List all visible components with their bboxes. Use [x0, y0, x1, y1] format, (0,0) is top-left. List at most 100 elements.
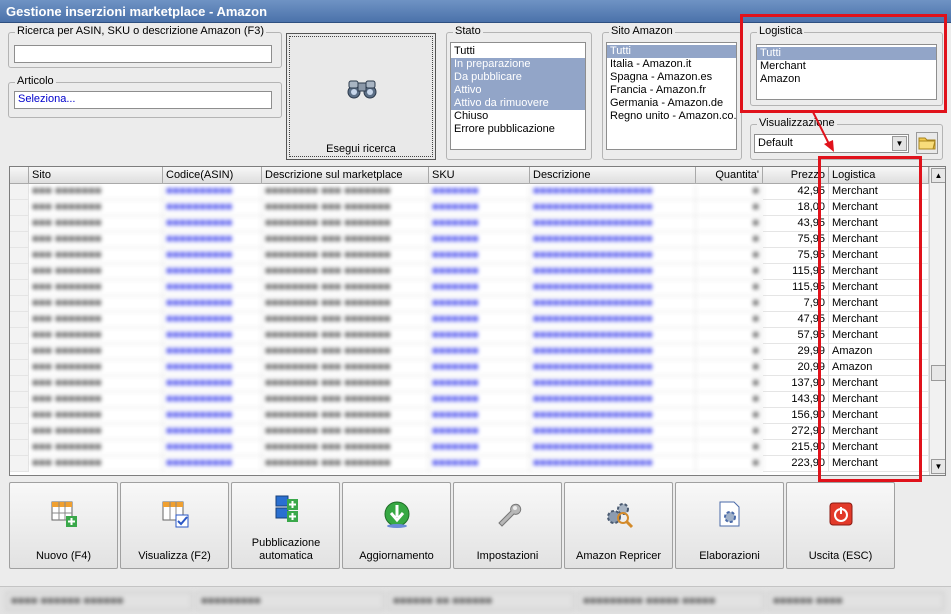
- cell-asin[interactable]: ■■■■■■■■■■: [163, 408, 262, 424]
- cell-sku[interactable]: ■■■■■■■: [429, 360, 530, 376]
- stato-item[interactable]: Da pubblicare: [451, 71, 585, 84]
- cell-sku[interactable]: ■■■■■■■: [429, 440, 530, 456]
- cell-sito[interactable]: ■■■ ■■■■■■■: [29, 312, 163, 328]
- cell-descrizione-marketplace[interactable]: ■■■■■■■■ ■■■ ■■■■■■■: [262, 456, 429, 472]
- pubblicazione-automatica-button[interactable]: Pubblicazione automatica: [231, 482, 340, 569]
- cell-quantita[interactable]: ■: [696, 312, 763, 328]
- cell-descrizione-marketplace[interactable]: ■■■■■■■■ ■■■ ■■■■■■■: [262, 392, 429, 408]
- cell-asin[interactable]: ■■■■■■■■■■: [163, 424, 262, 440]
- cell-descrizione-marketplace[interactable]: ■■■■■■■■ ■■■ ■■■■■■■: [262, 248, 429, 264]
- stato-item[interactable]: In preparazione: [451, 58, 585, 71]
- column-header-descrizione[interactable]: Descrizione: [530, 167, 696, 184]
- row-selector[interactable]: [10, 376, 29, 392]
- row-selector[interactable]: [10, 184, 29, 200]
- cell-asin[interactable]: ■■■■■■■■■■: [163, 232, 262, 248]
- cell-descrizione-marketplace[interactable]: ■■■■■■■■ ■■■ ■■■■■■■: [262, 328, 429, 344]
- cell-quantita[interactable]: ■: [696, 440, 763, 456]
- cell-descrizione[interactable]: ■■■■■■■■■■■■■■■■■■: [530, 424, 696, 440]
- stato-item[interactable]: Attivo da rimuovere: [451, 97, 585, 110]
- cell-sito[interactable]: ■■■ ■■■■■■■: [29, 392, 163, 408]
- cell-sku[interactable]: ■■■■■■■: [429, 216, 530, 232]
- cell-descrizione[interactable]: ■■■■■■■■■■■■■■■■■■: [530, 184, 696, 200]
- column-header-quantita[interactable]: Quantita': [696, 167, 763, 184]
- cell-sku[interactable]: ■■■■■■■: [429, 232, 530, 248]
- cell-descrizione[interactable]: ■■■■■■■■■■■■■■■■■■: [530, 376, 696, 392]
- cell-descrizione-marketplace[interactable]: ■■■■■■■■ ■■■ ■■■■■■■: [262, 184, 429, 200]
- cell-quantita[interactable]: ■: [696, 392, 763, 408]
- cell-descrizione-marketplace[interactable]: ■■■■■■■■ ■■■ ■■■■■■■: [262, 376, 429, 392]
- cell-sito[interactable]: ■■■ ■■■■■■■: [29, 296, 163, 312]
- stato-item[interactable]: Attivo: [451, 84, 585, 97]
- cell-sku[interactable]: ■■■■■■■: [429, 264, 530, 280]
- cell-sito[interactable]: ■■■ ■■■■■■■: [29, 344, 163, 360]
- row-selector[interactable]: [10, 312, 29, 328]
- cell-descrizione-marketplace[interactable]: ■■■■■■■■ ■■■ ■■■■■■■: [262, 280, 429, 296]
- scroll-thumb[interactable]: [931, 365, 945, 381]
- cell-sku[interactable]: ■■■■■■■: [429, 328, 530, 344]
- cell-sito[interactable]: ■■■ ■■■■■■■: [29, 280, 163, 296]
- scroll-up-icon[interactable]: ▲: [931, 168, 945, 183]
- cell-sku[interactable]: ■■■■■■■: [429, 376, 530, 392]
- cell-quantita[interactable]: ■: [696, 456, 763, 472]
- row-selector[interactable]: [10, 280, 29, 296]
- cell-descrizione[interactable]: ■■■■■■■■■■■■■■■■■■: [530, 408, 696, 424]
- cell-descrizione[interactable]: ■■■■■■■■■■■■■■■■■■: [530, 232, 696, 248]
- cell-quantita[interactable]: ■: [696, 344, 763, 360]
- cell-asin[interactable]: ■■■■■■■■■■: [163, 360, 262, 376]
- cell-quantita[interactable]: ■: [696, 328, 763, 344]
- cell-asin[interactable]: ■■■■■■■■■■: [163, 184, 262, 200]
- stato-item[interactable]: Errore pubblicazione: [451, 123, 585, 136]
- row-selector[interactable]: [10, 344, 29, 360]
- cell-descrizione[interactable]: ■■■■■■■■■■■■■■■■■■: [530, 360, 696, 376]
- cell-sito[interactable]: ■■■ ■■■■■■■: [29, 360, 163, 376]
- sito-list[interactable]: Tutti Italia - Amazon.it Spagna - Amazon…: [606, 42, 737, 150]
- cell-sito[interactable]: ■■■ ■■■■■■■: [29, 264, 163, 280]
- cell-sku[interactable]: ■■■■■■■: [429, 456, 530, 472]
- cell-sku[interactable]: ■■■■■■■: [429, 280, 530, 296]
- cell-sito[interactable]: ■■■ ■■■■■■■: [29, 376, 163, 392]
- cell-asin[interactable]: ■■■■■■■■■■: [163, 296, 262, 312]
- row-selector[interactable]: [10, 456, 29, 472]
- cell-sito[interactable]: ■■■ ■■■■■■■: [29, 248, 163, 264]
- cell-quantita[interactable]: ■: [696, 424, 763, 440]
- row-selector[interactable]: [10, 328, 29, 344]
- chevron-down-icon[interactable]: ▼: [892, 136, 907, 151]
- cell-asin[interactable]: ■■■■■■■■■■: [163, 344, 262, 360]
- row-selector[interactable]: [10, 424, 29, 440]
- cell-asin[interactable]: ■■■■■■■■■■: [163, 376, 262, 392]
- cell-descrizione-marketplace[interactable]: ■■■■■■■■ ■■■ ■■■■■■■: [262, 360, 429, 376]
- cell-asin[interactable]: ■■■■■■■■■■: [163, 264, 262, 280]
- row-selector[interactable]: [10, 360, 29, 376]
- row-selector[interactable]: [10, 440, 29, 456]
- cell-quantita[interactable]: ■: [696, 184, 763, 200]
- cell-descrizione[interactable]: ■■■■■■■■■■■■■■■■■■: [530, 392, 696, 408]
- cell-sku[interactable]: ■■■■■■■: [429, 408, 530, 424]
- row-selector[interactable]: [10, 232, 29, 248]
- sito-item[interactable]: Tutti: [607, 45, 736, 58]
- cell-descrizione[interactable]: ■■■■■■■■■■■■■■■■■■: [530, 248, 696, 264]
- column-header-sito[interactable]: Sito: [29, 167, 163, 184]
- cell-asin[interactable]: ■■■■■■■■■■: [163, 200, 262, 216]
- cell-sku[interactable]: ■■■■■■■: [429, 392, 530, 408]
- cell-quantita[interactable]: ■: [696, 376, 763, 392]
- stato-item[interactable]: Tutti: [451, 45, 585, 58]
- cell-asin[interactable]: ■■■■■■■■■■: [163, 280, 262, 296]
- stato-item[interactable]: Chiuso: [451, 110, 585, 123]
- cell-sku[interactable]: ■■■■■■■: [429, 184, 530, 200]
- row-selector[interactable]: [10, 264, 29, 280]
- cell-quantita[interactable]: ■: [696, 248, 763, 264]
- articolo-select[interactable]: Seleziona...: [14, 91, 272, 109]
- cell-sito[interactable]: ■■■ ■■■■■■■: [29, 200, 163, 216]
- cell-descrizione[interactable]: ■■■■■■■■■■■■■■■■■■: [530, 328, 696, 344]
- cell-quantita[interactable]: ■: [696, 280, 763, 296]
- sito-item[interactable]: Italia - Amazon.it: [607, 58, 736, 71]
- row-selector[interactable]: [10, 216, 29, 232]
- cell-sito[interactable]: ■■■ ■■■■■■■: [29, 408, 163, 424]
- cell-descrizione-marketplace[interactable]: ■■■■■■■■ ■■■ ■■■■■■■: [262, 312, 429, 328]
- column-header-descrizione-marketplace[interactable]: Descrizione sul marketplace: [262, 167, 429, 184]
- cell-descrizione[interactable]: ■■■■■■■■■■■■■■■■■■: [530, 216, 696, 232]
- nuovo-button[interactable]: Nuovo (F4): [9, 482, 118, 569]
- cell-descrizione-marketplace[interactable]: ■■■■■■■■ ■■■ ■■■■■■■: [262, 296, 429, 312]
- cell-descrizione[interactable]: ■■■■■■■■■■■■■■■■■■: [530, 264, 696, 280]
- cell-sito[interactable]: ■■■ ■■■■■■■: [29, 184, 163, 200]
